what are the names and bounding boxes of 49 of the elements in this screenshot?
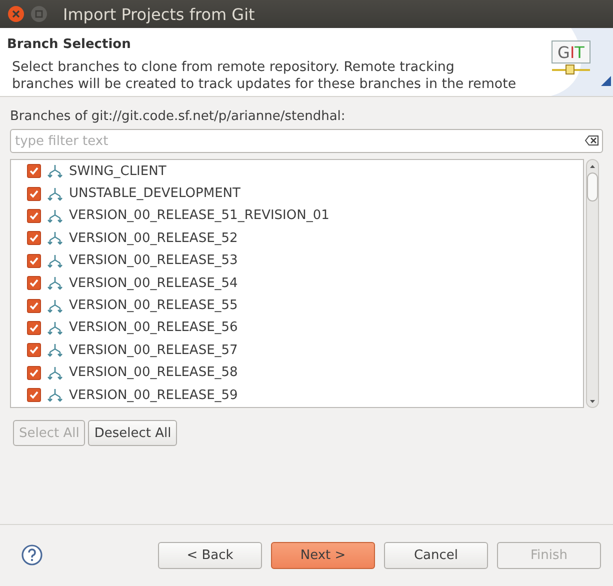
wizard-button[interactable]: Cancel	[384, 542, 488, 568]
branch-name[interactable]: UNSTABLE_DEVELOPMENT	[69, 186, 240, 202]
checkbox[interactable]	[27, 208, 41, 223]
branch-name[interactable]: VERSION_00_RELEASE_54	[69, 276, 238, 291]
checkbox[interactable]	[27, 231, 41, 246]
branch-icon	[47, 254, 63, 268]
page-description: Select branches to clone from remote repository. Remote tracking branches will be created to track updates for these branches in the remote	[11, 59, 516, 93]
clear-icon[interactable]	[585, 135, 599, 146]
git-logo-icon	[552, 40, 590, 74]
checkbox[interactable]	[27, 388, 41, 402]
checkbox[interactable]	[27, 320, 41, 335]
checkbox[interactable]	[27, 366, 41, 380]
branch-icon	[47, 343, 63, 358]
checkbox[interactable]	[27, 164, 41, 178]
branch-name[interactable]: VERSION_00_RELEASE_58	[69, 365, 238, 380]
branch-icon	[47, 186, 63, 201]
window-title: Import Projects from Git	[63, 4, 255, 24]
deselect-all-button[interactable]: Deselect All	[88, 420, 178, 446]
branch-name[interactable]: VERSION_00_RELEASE_59	[69, 388, 238, 403]
branch-icon	[47, 320, 63, 335]
branch-name[interactable]: SWING_CLIENT	[69, 164, 166, 179]
branches-label: Branches of git://git.code.sf.net/p/arianne/stendhal:	[10, 109, 346, 124]
branch-name[interactable]: VERSION_00_RELEASE_51_REVISION_01	[69, 208, 330, 224]
wizard-button[interactable]: Next >	[271, 542, 375, 568]
checkbox[interactable]	[27, 343, 41, 358]
checkbox[interactable]	[27, 186, 41, 201]
branch-name[interactable]: VERSION_00_RELEASE_52	[69, 230, 238, 246]
branch-icon	[47, 231, 63, 246]
wizard-button[interactable]: < Back	[158, 542, 262, 568]
branch-icon	[47, 388, 63, 402]
scrollbar[interactable]	[586, 159, 599, 408]
branch-icon	[47, 208, 63, 223]
corner-icon	[601, 76, 611, 86]
branch-name[interactable]: VERSION_00_RELEASE_57	[69, 342, 238, 358]
branch-name[interactable]: VERSION_00_RELEASE_55	[69, 298, 238, 314]
filter-field[interactable]: type filter text	[10, 129, 603, 153]
checkbox[interactable]	[27, 276, 41, 290]
help-icon[interactable]	[21, 544, 43, 566]
branch-icon	[47, 164, 63, 178]
logo-text: GIT	[558, 43, 584, 62]
branch-icon	[47, 298, 63, 313]
branch-name[interactable]: VERSION_00_RELEASE_53	[69, 253, 238, 268]
checkbox[interactable]	[27, 254, 41, 268]
checkbox[interactable]	[27, 298, 41, 313]
page-title: Branch Selection	[7, 37, 131, 52]
branch-icon	[47, 366, 63, 380]
branch-name[interactable]: VERSION_00_RELEASE_56	[69, 320, 238, 336]
close-icon[interactable]	[7, 5, 25, 23]
branch-icon	[47, 276, 63, 290]
